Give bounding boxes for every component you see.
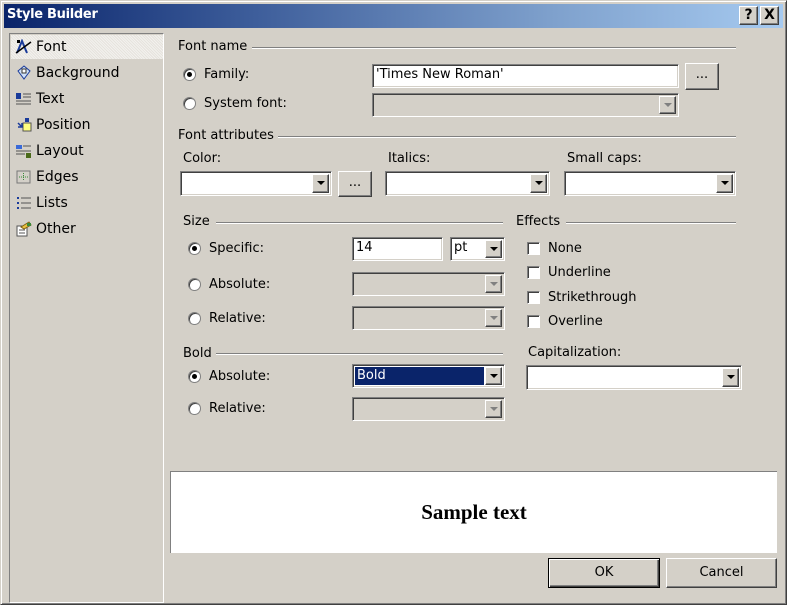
help-button[interactable]: ? xyxy=(739,6,758,25)
style-builder-dialog: Style Builder ? X Font Background Text P… xyxy=(0,0,787,605)
color-select[interactable] xyxy=(180,171,332,196)
system-font-radio[interactable] xyxy=(183,97,196,110)
sidebar-item-position[interactable]: Position xyxy=(11,113,163,137)
close-button[interactable]: X xyxy=(760,6,779,25)
size-section-label: Size xyxy=(183,214,210,229)
category-list: Font Background Text Position Layout Edg… xyxy=(9,33,164,603)
size-relative-select[interactable] xyxy=(352,306,505,330)
size-specific-input[interactable]: 14 xyxy=(352,237,443,261)
sidebar-label: Other xyxy=(36,221,76,237)
divider xyxy=(278,136,736,138)
sidebar-label: Position xyxy=(36,117,91,133)
sidebar-item-other[interactable]: Other xyxy=(11,217,163,241)
sidebar-item-edges[interactable]: Edges xyxy=(11,165,163,189)
size-specific-label: Specific: xyxy=(209,241,264,256)
sidebar-label: Background xyxy=(36,65,120,81)
capitalization-label: Capitalization: xyxy=(528,345,622,360)
size-unit-select[interactable]: pt xyxy=(450,237,505,261)
small-caps-label: Small caps: xyxy=(567,151,642,166)
size-absolute-label: Absolute: xyxy=(209,277,271,292)
text-icon xyxy=(15,91,33,107)
sidebar-item-background[interactable]: Background xyxy=(11,61,163,85)
family-radio[interactable] xyxy=(183,68,196,81)
chevron-down-icon[interactable] xyxy=(530,174,547,193)
bold-section-label: Bold xyxy=(183,346,212,361)
edges-icon xyxy=(15,169,33,185)
size-absolute-select[interactable] xyxy=(352,272,505,296)
sidebar-item-text[interactable]: Text xyxy=(11,87,163,111)
sidebar-item-font[interactable]: Font xyxy=(11,35,163,59)
position-icon xyxy=(15,117,33,133)
effect-none-checkbox[interactable] xyxy=(527,242,540,255)
chevron-down-icon[interactable] xyxy=(485,275,502,293)
cancel-button[interactable]: Cancel xyxy=(666,558,777,588)
sidebar-item-lists[interactable]: Lists xyxy=(11,191,163,215)
font-name-section-label: Font name xyxy=(178,39,248,54)
effect-overline-checkbox[interactable] xyxy=(527,315,540,328)
divider xyxy=(252,47,736,49)
window-title: Style Builder xyxy=(7,7,98,22)
sidebar-item-layout[interactable]: Layout xyxy=(11,139,163,163)
effect-underline-label: Underline xyxy=(548,265,611,280)
divider xyxy=(216,222,503,224)
effect-underline-checkbox[interactable] xyxy=(527,266,540,279)
effect-overline-label: Overline xyxy=(548,314,603,329)
small-caps-select[interactable] xyxy=(564,171,736,196)
system-font-label: System font: xyxy=(204,96,287,111)
bold-relative-radio[interactable] xyxy=(188,402,201,415)
bold-absolute-radio[interactable] xyxy=(188,370,201,383)
color-browse-button[interactable]: ... xyxy=(338,171,372,197)
chevron-down-icon[interactable] xyxy=(722,368,739,387)
family-input[interactable]: 'Times New Roman' xyxy=(372,64,679,88)
italics-label: Italics: xyxy=(388,151,431,166)
sample-text: Sample text xyxy=(421,500,527,524)
chevron-down-icon[interactable] xyxy=(485,240,502,258)
title-bar: Style Builder ? X xyxy=(4,4,783,28)
other-icon xyxy=(15,221,33,237)
bold-absolute-label: Absolute: xyxy=(209,369,271,384)
lists-icon xyxy=(15,195,33,211)
sidebar-label: Font xyxy=(36,39,67,55)
size-relative-label: Relative: xyxy=(209,311,266,326)
bold-absolute-select[interactable]: Bold xyxy=(352,364,505,388)
chevron-down-icon[interactable] xyxy=(716,174,733,193)
size-relative-radio[interactable] xyxy=(188,312,201,325)
color-label: Color: xyxy=(183,151,222,166)
preview-pane: Sample text xyxy=(170,471,777,553)
bold-relative-select[interactable] xyxy=(352,397,505,421)
capitalization-select[interactable] xyxy=(526,365,742,390)
size-specific-radio[interactable] xyxy=(188,242,201,255)
sidebar-label: Layout xyxy=(36,143,84,159)
chevron-down-icon[interactable] xyxy=(485,367,502,385)
sidebar-label: Lists xyxy=(36,195,68,211)
sidebar-label: Edges xyxy=(36,169,79,185)
family-label: Family: xyxy=(204,67,250,82)
font-icon xyxy=(15,38,33,55)
chevron-down-icon[interactable] xyxy=(659,96,676,114)
bold-relative-label: Relative: xyxy=(209,401,266,416)
sidebar-label: Text xyxy=(36,91,65,107)
chevron-down-icon[interactable] xyxy=(485,309,502,327)
size-absolute-radio[interactable] xyxy=(188,278,201,291)
effect-none-label: None xyxy=(548,241,582,256)
ok-button[interactable]: OK xyxy=(548,558,660,588)
chevron-down-icon[interactable] xyxy=(312,174,329,193)
italics-select[interactable] xyxy=(385,171,550,196)
divider xyxy=(566,222,736,224)
family-browse-button[interactable]: ... xyxy=(685,63,719,90)
chevron-down-icon[interactable] xyxy=(485,400,502,418)
effect-strikethrough-checkbox[interactable] xyxy=(527,291,540,304)
layout-icon xyxy=(15,143,33,159)
system-font-select[interactable] xyxy=(372,93,679,117)
effects-section-label: Effects xyxy=(516,214,561,229)
font-attributes-section-label: Font attributes xyxy=(178,128,274,143)
effect-strikethrough-label: Strikethrough xyxy=(548,290,637,305)
background-icon xyxy=(15,65,33,81)
divider xyxy=(216,353,503,355)
